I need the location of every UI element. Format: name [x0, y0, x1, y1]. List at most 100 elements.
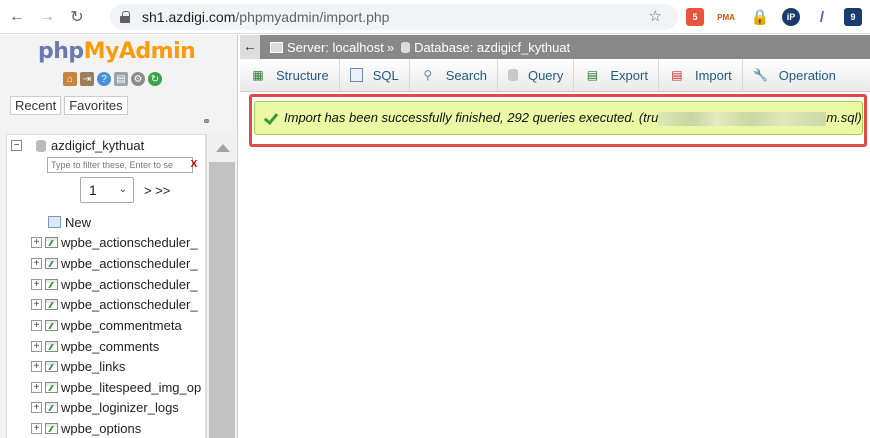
expand-icon[interactable]: + [31, 298, 42, 310]
table-item[interactable]: + wpbe_loginizer_logs [31, 397, 179, 417]
navigation-panel: phpMyAdmin ⌂ ⇥ ? ▤ ⚙ ↻ Recent Favorites … [0, 35, 238, 438]
help-icon[interactable]: ? [97, 72, 111, 86]
recent-tab[interactable]: Recent [10, 96, 62, 115]
query-icon [507, 69, 518, 81]
checkmark-icon [264, 111, 278, 125]
database-node[interactable]: − azdigicf_kythuat [11, 138, 144, 153]
expand-icon[interactable]: + [31, 278, 42, 290]
expand-icon[interactable]: + [31, 422, 42, 434]
tree-scrollbar[interactable] [206, 134, 236, 438]
expand-icon[interactable]: + [31, 401, 42, 413]
tab-operations[interactable]: 🔧 Operation [743, 59, 846, 92]
new-table-item[interactable]: New [31, 212, 91, 232]
extension-lock-icon[interactable]: 🔒 [748, 6, 772, 28]
favorites-tab[interactable]: Favorites [64, 96, 128, 115]
table-item[interactable]: + wpbe_comments [31, 336, 159, 356]
structure-icon: ▦ [252, 68, 264, 82]
extension-ip-icon[interactable]: iP [782, 8, 800, 26]
table-name[interactable]: wpbe_options [61, 421, 141, 436]
collapse-icon[interactable]: − [11, 140, 22, 151]
logo-php: php [38, 39, 84, 64]
table-item[interactable]: + wpbe_actionscheduler_ [31, 232, 198, 252]
table-icon [45, 257, 58, 269]
page-next-links[interactable]: > >> [144, 183, 170, 198]
phpmyadmin-logo[interactable]: phpMyAdmin [38, 39, 196, 64]
reload-icon[interactable]: ↻ [64, 4, 90, 30]
table-item[interactable]: + wpbe_options [31, 418, 141, 438]
quick-icons: ⌂ ⇥ ? ▤ ⚙ ↻ [63, 72, 162, 86]
database-menu: ▦ Structure SQL ⚲ Search Query ▤ Export … [240, 58, 870, 92]
page-select-value: 1 [89, 182, 97, 198]
extension-feather-icon[interactable]: / [810, 6, 834, 28]
recent-favorites-tabs: Recent Favorites [10, 96, 128, 115]
wrench-icon: 🔧 [753, 68, 769, 82]
logo-myadmin: MyAdmin [83, 39, 196, 64]
breadcrumb: ← Server: localhost » Database: azdigicf… [240, 35, 870, 59]
bookmark-star-icon[interactable]: ☆ [649, 7, 662, 25]
expand-icon[interactable]: + [31, 319, 42, 331]
breadcrumb-separator: » [386, 39, 395, 55]
forward-arrow-icon[interactable]: → [34, 4, 60, 30]
expand-icon[interactable]: + [31, 360, 42, 372]
table-icon [45, 401, 58, 413]
scroll-up-icon[interactable] [216, 144, 230, 152]
new-table-icon [48, 216, 61, 228]
database-icon [36, 139, 46, 152]
back-arrow-icon[interactable]: ← [4, 4, 30, 30]
tab-structure-label: Structure [276, 67, 329, 83]
expand-icon[interactable]: + [31, 257, 42, 269]
clear-filter-icon[interactable]: X [187, 157, 201, 173]
table-name[interactable]: wpbe_actionscheduler_ [61, 256, 198, 271]
documentation-icon[interactable]: ▤ [114, 72, 128, 86]
table-name[interactable]: wpbe_links [61, 359, 125, 374]
tab-sql[interactable]: SQL [340, 58, 410, 92]
table-name[interactable]: wpbe_actionscheduler_ [61, 297, 198, 312]
scroll-thumb[interactable] [209, 162, 235, 438]
extension-pma-icon[interactable]: PMA [714, 6, 738, 28]
new-label[interactable]: New [65, 215, 91, 230]
collapse-sidebar-button[interactable]: ← [240, 35, 260, 59]
table-item[interactable]: + wpbe_actionscheduler_ [31, 274, 198, 294]
expand-icon[interactable]: + [31, 381, 42, 393]
tab-import[interactable]: ▤ Import [659, 58, 743, 92]
export-icon: ▤ [586, 68, 599, 82]
table-item[interactable]: + wpbe_actionscheduler_ [31, 294, 198, 314]
table-filter-input[interactable]: Type to filter these, Enter to se [47, 157, 193, 173]
address-bar[interactable]: sh1.azdigi.com/phpmyadmin/import.php ☆ [110, 4, 678, 30]
link-chain-icon[interactable]: ⚭ [202, 115, 216, 128]
table-item[interactable]: + wpbe_commentmeta [31, 315, 182, 335]
page-select[interactable]: 1 ⌄ [80, 177, 134, 203]
notice-text-end: m.sql) [826, 110, 862, 126]
tab-query-label: Query [527, 67, 564, 83]
table-name[interactable]: wpbe_loginizer_logs [61, 400, 179, 415]
table-item[interactable]: + wpbe_actionscheduler_ [31, 253, 198, 273]
database-name[interactable]: azdigicf_kythuat [51, 138, 144, 153]
reload-navigation-icon[interactable]: ↻ [148, 72, 162, 86]
table-item[interactable]: + wpbe_links [31, 356, 125, 376]
redacted-filename [658, 111, 827, 126]
tab-export[interactable]: ▤ Export [574, 58, 659, 92]
table-item[interactable]: + wpbe_litespeed_img_op [31, 377, 201, 397]
expand-icon[interactable]: + [31, 236, 42, 248]
extension-counter-icon[interactable]: 9 [844, 8, 862, 26]
browser-toolbar: ← → ↻ sh1.azdigi.com/phpmyadmin/import.p… [0, 0, 870, 34]
main-panel: ← Server: localhost » Database: azdigicf… [240, 35, 870, 438]
breadcrumb-database[interactable]: Database: azdigicf_kythuat [414, 40, 570, 55]
tab-query[interactable]: Query [498, 58, 575, 92]
import-icon: ▤ [671, 68, 683, 82]
tab-search[interactable]: ⚲ Search [410, 58, 498, 92]
home-icon[interactable]: ⌂ [63, 72, 77, 86]
extension-red-icon[interactable]: 5 [686, 8, 704, 26]
table-name[interactable]: wpbe_actionscheduler_ [61, 277, 198, 292]
tab-structure[interactable]: ▦ Structure [240, 58, 340, 92]
table-name[interactable]: wpbe_comments [61, 339, 159, 354]
table-name[interactable]: wpbe_litespeed_img_op [61, 380, 201, 395]
sql-icon [349, 68, 363, 82]
table-name[interactable]: wpbe_commentmeta [61, 318, 182, 333]
expand-icon[interactable]: + [31, 340, 42, 352]
settings-gear-icon[interactable]: ⚙ [131, 72, 145, 86]
logout-icon[interactable]: ⇥ [80, 72, 94, 86]
breadcrumb-server[interactable]: Server: localhost [287, 40, 384, 55]
table-icon [45, 236, 58, 248]
table-name[interactable]: wpbe_actionscheduler_ [61, 235, 198, 250]
